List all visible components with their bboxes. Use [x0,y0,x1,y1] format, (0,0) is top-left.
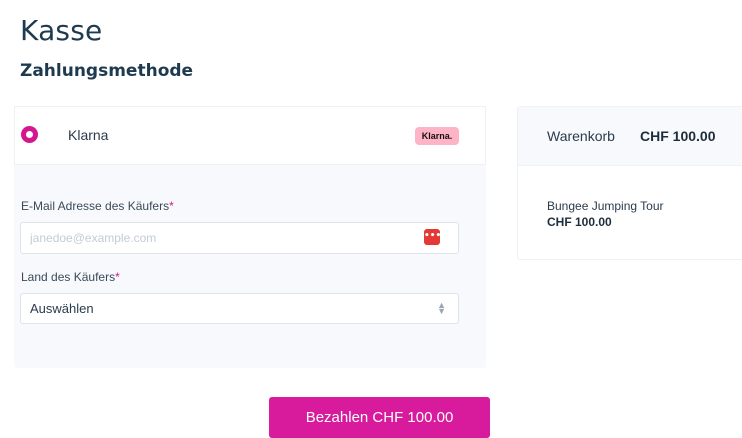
radio-selected-icon[interactable] [21,126,38,143]
required-marker: * [115,270,120,284]
page-title: Kasse [20,14,103,47]
pay-button[interactable]: Bezahlen CHF 100.00 [269,397,490,438]
payment-method-label: Klarna [68,127,109,143]
cart-title: Warenkorb [547,128,615,144]
klarna-logo: Klarna. [415,127,459,145]
cart-header: Warenkorb CHF 100.00 [518,107,742,166]
email-field[interactable] [20,222,459,254]
password-manager-icon[interactable]: ••• [424,229,441,245]
country-select[interactable]: Auswählen ▲ ▼ [20,293,459,324]
payment-method-klarna[interactable]: Klarna Klarna. [14,106,486,165]
country-label: Land des Käufers* [21,270,120,284]
required-marker: * [169,199,174,213]
cart-item-name: Bungee Jumping Tour [547,199,664,213]
country-select-value: Auswählen [30,301,94,316]
cart-total: CHF 100.00 [640,128,716,144]
cart-panel: Warenkorb CHF 100.00 Bungee Jumping Tour… [517,106,742,260]
payment-panel: Klarna Klarna. E-Mail Adresse des Käufer… [14,106,486,368]
cart-item-price: CHF 100.00 [547,215,612,229]
select-arrows-icon: ▲ ▼ [437,300,446,316]
section-title: Zahlungsmethode [20,61,194,81]
email-label: E-Mail Adresse des Käufers* [21,199,174,213]
